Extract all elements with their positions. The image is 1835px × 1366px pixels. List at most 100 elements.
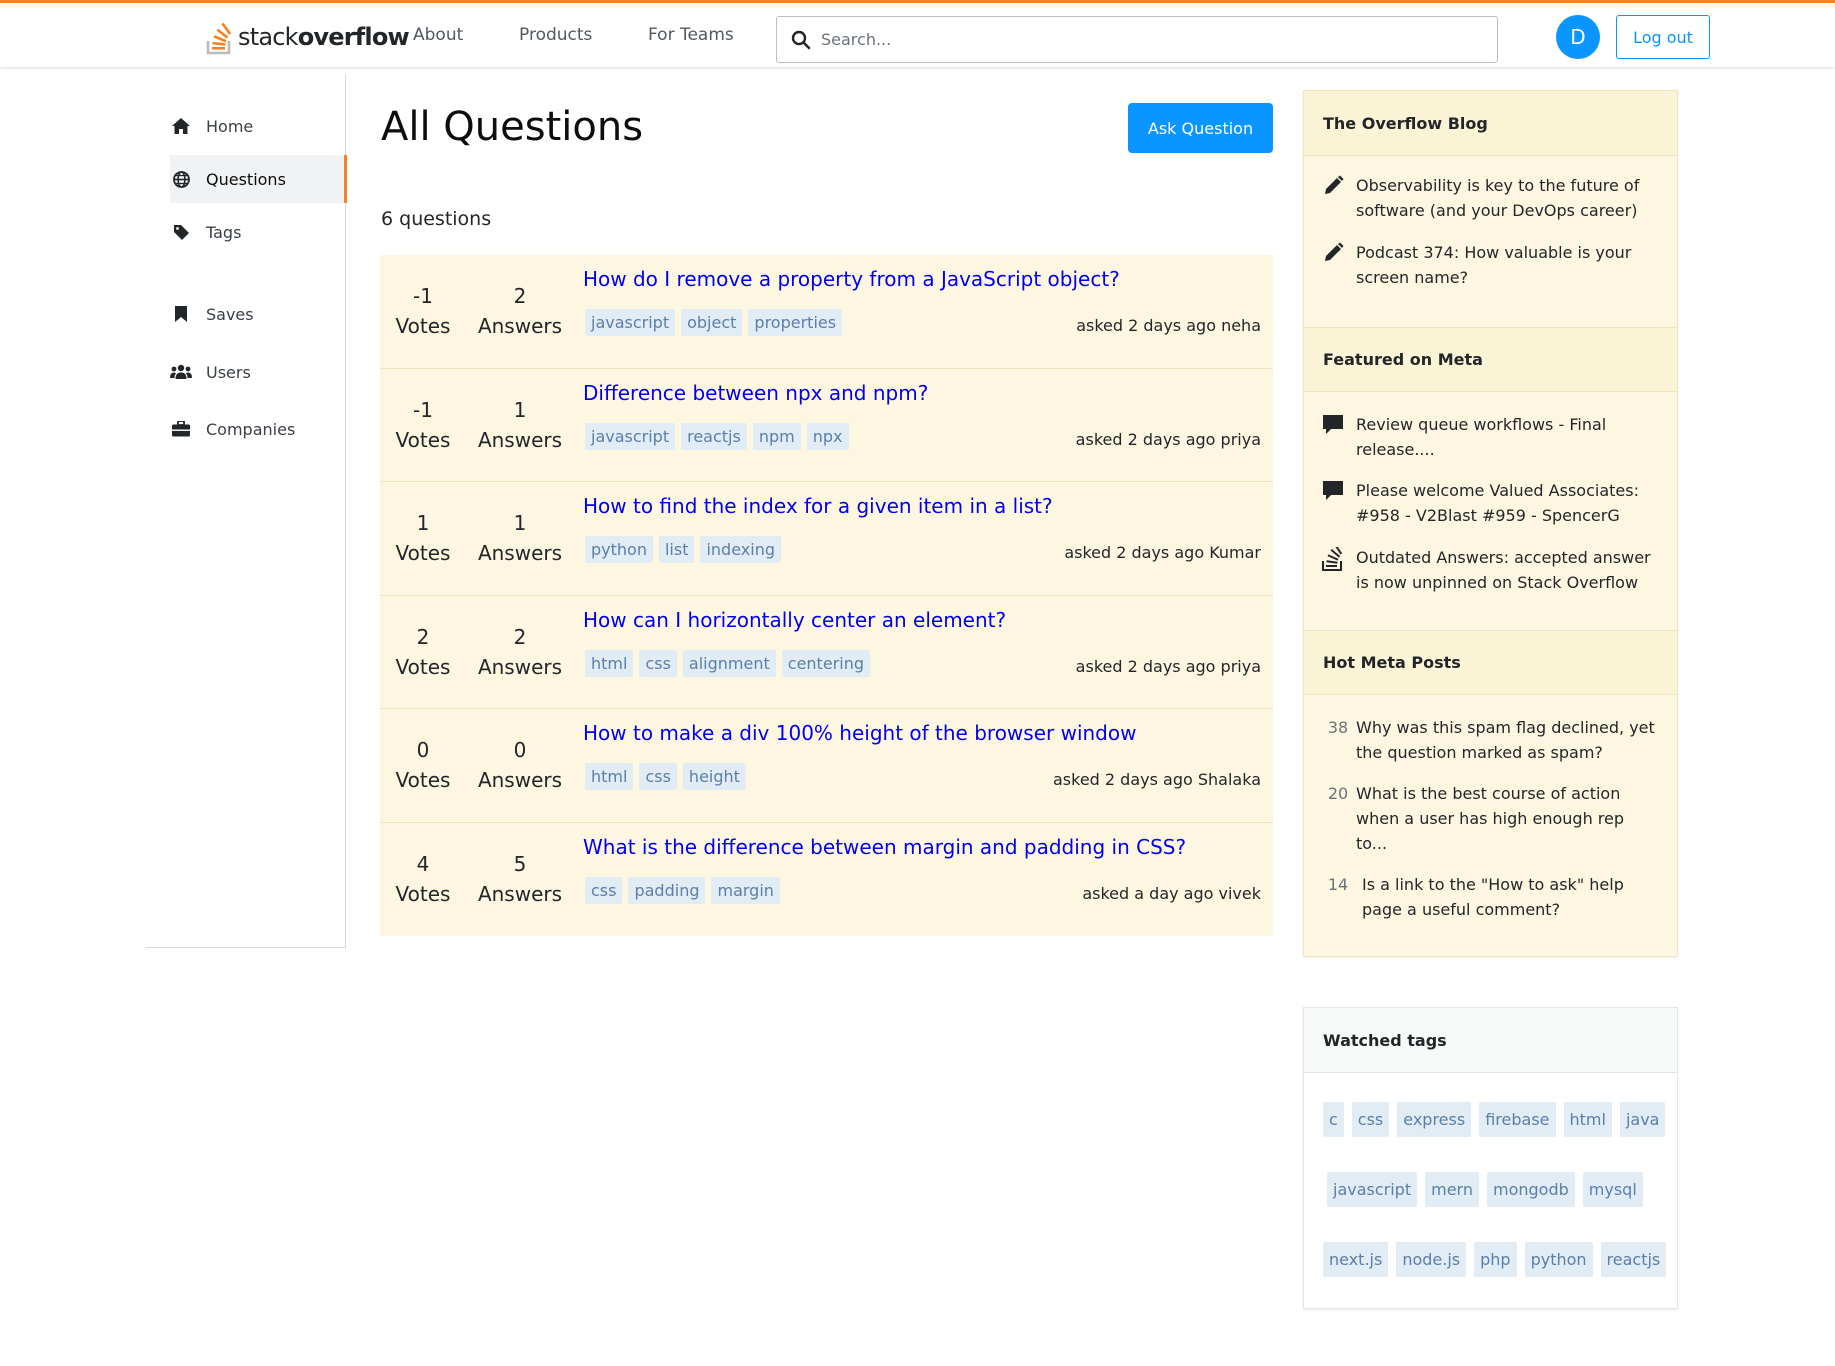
bookmark-icon <box>170 303 192 325</box>
meta-item[interactable]: Please welcome Valued Associates: #958 -… <box>1322 478 1662 528</box>
sidebar-item-saves[interactable]: Saves <box>170 290 346 338</box>
ask-question-button[interactable]: Ask Question <box>1128 103 1273 153</box>
tag-chip[interactable]: alignment <box>682 649 776 677</box>
tag-chip[interactable]: height <box>682 763 746 790</box>
hot-meta-count: 38 <box>1327 718 1349 737</box>
tag-chip[interactable]: padding <box>628 876 706 904</box>
watched-tag[interactable]: next.js <box>1323 1242 1389 1277</box>
tag-chip[interactable]: javascript <box>585 309 676 336</box>
search-box[interactable] <box>776 16 1498 63</box>
question-tags: html css alignment centering <box>585 649 870 677</box>
hot-meta-heading: Hot Meta Posts <box>1304 630 1677 695</box>
stack-overflow-logo-icon <box>206 22 232 55</box>
question-item: 1 Votes 1 Answers How to find the index fo… <box>380 482 1273 596</box>
question-tags: javascript object properties <box>585 309 843 336</box>
tag-chip[interactable]: indexing <box>700 536 781 563</box>
vote-count: 2 Votes <box>395 624 451 679</box>
sidebar-widget: The Overflow Blog Observability is key t… <box>1303 90 1678 957</box>
tag-chip[interactable]: centering <box>781 649 870 677</box>
tag-chip[interactable]: html <box>585 649 634 677</box>
question-list: -1 Votes 2 Answers How do I remove a prope… <box>380 255 1273 936</box>
watched-tag[interactable]: express <box>1397 1102 1472 1137</box>
watched-tags-row: javascript mern mongodb mysql <box>1327 1172 1643 1207</box>
watched-tag[interactable]: css <box>1351 1102 1390 1137</box>
tag-chip[interactable]: reactjs <box>681 422 747 450</box>
watched-tag[interactable]: mern <box>1425 1172 1479 1207</box>
sidebar-item-label: Home <box>206 116 254 136</box>
question-title-link[interactable]: How to make a div 100% height of the bro… <box>583 721 1136 745</box>
sidebar-item-label: Questions <box>206 169 286 189</box>
watched-tag[interactable]: python <box>1524 1242 1593 1277</box>
search-input[interactable] <box>821 30 1461 49</box>
answer-count: 5 Answers <box>477 851 563 906</box>
blog-item[interactable]: Observability is key to the future of so… <box>1322 173 1662 223</box>
pencil-icon <box>1322 240 1356 290</box>
home-icon <box>170 115 192 137</box>
question-item: 0 Votes 0 Answers How to make a div 100% h… <box>380 709 1273 823</box>
meta-heading: Featured on Meta <box>1304 327 1677 392</box>
watched-tag[interactable]: node.js <box>1396 1242 1467 1277</box>
watched-tag[interactable]: mysql <box>1582 1172 1643 1207</box>
question-item: -1 Votes 1 Answers Difference between npx … <box>380 369 1273 482</box>
tag-chip[interactable]: javascript <box>585 422 676 450</box>
nav-for-teams[interactable]: For Teams <box>648 25 734 45</box>
watched-tags-widget: Watched tags c css express firebase html… <box>1303 1007 1678 1309</box>
tag-chip[interactable]: object <box>681 309 743 336</box>
tag-chip[interactable]: css <box>585 876 623 904</box>
hot-meta-item[interactable]: 20 What is the best course of action whe… <box>1320 781 1660 856</box>
question-item: 4 Votes 5 Answers What is the difference b… <box>380 823 1273 937</box>
question-item: 2 Votes 2 Answers How can I horizontally c… <box>380 596 1273 709</box>
comment-icon <box>1322 478 1356 528</box>
question-title-link[interactable]: What is the difference between margin an… <box>583 835 1186 859</box>
tag-chip[interactable]: margin <box>711 876 780 904</box>
watched-tag[interactable]: reactjs <box>1600 1242 1667 1277</box>
watched-tag[interactable]: javascript <box>1327 1172 1418 1207</box>
answer-count: 0 Answers <box>477 738 563 792</box>
sidebar-item-companies[interactable]: Companies <box>170 405 346 453</box>
logo[interactable]: stackoverflow <box>206 17 410 57</box>
tag-chip[interactable]: npx <box>806 422 849 450</box>
tag-chip[interactable]: css <box>639 649 677 677</box>
meta-item[interactable]: Outdated Answers: accepted answer is now… <box>1322 544 1662 595</box>
watched-tags-row: next.js node.js php python reactjs <box>1323 1242 1667 1277</box>
answer-count: 1 Answers <box>477 397 563 452</box>
sidebar-item-home[interactable]: Home <box>170 102 346 150</box>
question-title-link[interactable]: How can I horizontally center an element… <box>583 608 1006 632</box>
sidebar-item-questions[interactable]: Questions <box>170 155 347 203</box>
watched-tag[interactable]: php <box>1474 1242 1517 1277</box>
watched-tag[interactable]: c <box>1323 1102 1344 1137</box>
tag-chip[interactable]: python <box>585 536 653 563</box>
watched-tag[interactable]: java <box>1619 1102 1666 1137</box>
sidebar-item-label: Companies <box>206 419 296 439</box>
question-title-link[interactable]: Difference between npx and npm? <box>583 381 928 405</box>
question-tags: python list indexing <box>585 536 781 563</box>
tag-chip[interactable]: html <box>585 763 634 790</box>
comment-icon <box>1322 412 1356 462</box>
tag-chip[interactable]: npm <box>752 422 801 450</box>
answer-count: 2 Answers <box>477 624 563 679</box>
logout-button[interactable]: Log out <box>1616 15 1710 59</box>
avatar[interactable]: D <box>1556 15 1600 59</box>
hot-meta-item[interactable]: 14 Is a link to the "How to ask" help pa… <box>1320 872 1660 922</box>
question-tags: javascript reactjs npm npx <box>585 422 849 450</box>
nav-products[interactable]: Products <box>519 25 592 45</box>
watched-tag[interactable]: html <box>1563 1102 1612 1137</box>
search-icon <box>791 30 811 49</box>
sidebar-item-tags[interactable]: Tags <box>170 208 346 256</box>
watched-tag[interactable]: firebase <box>1479 1102 1556 1137</box>
meta-item[interactable]: Review queue workflows - Final release..… <box>1322 412 1662 462</box>
question-tags: html css height <box>585 763 746 790</box>
watched-tag[interactable]: mongodb <box>1486 1172 1575 1207</box>
tag-chip[interactable]: properties <box>748 309 843 336</box>
question-title-link[interactable]: How to find the index for a given item i… <box>583 494 1053 518</box>
tag-icon <box>170 221 192 243</box>
stack-overflow-icon <box>1322 544 1356 595</box>
nav-about[interactable]: About <box>413 25 463 45</box>
sidebar-item-users[interactable]: Users <box>170 348 346 396</box>
hot-meta-item[interactable]: 38 Why was this spam flag declined, yet … <box>1320 715 1660 765</box>
tag-chip[interactable]: css <box>639 763 677 790</box>
pencil-icon <box>1322 173 1356 223</box>
blog-item[interactable]: Podcast 374: How valuable is your screen… <box>1322 240 1662 290</box>
tag-chip[interactable]: list <box>658 536 695 563</box>
question-title-link[interactable]: How do I remove a property from a JavaSc… <box>583 267 1120 291</box>
